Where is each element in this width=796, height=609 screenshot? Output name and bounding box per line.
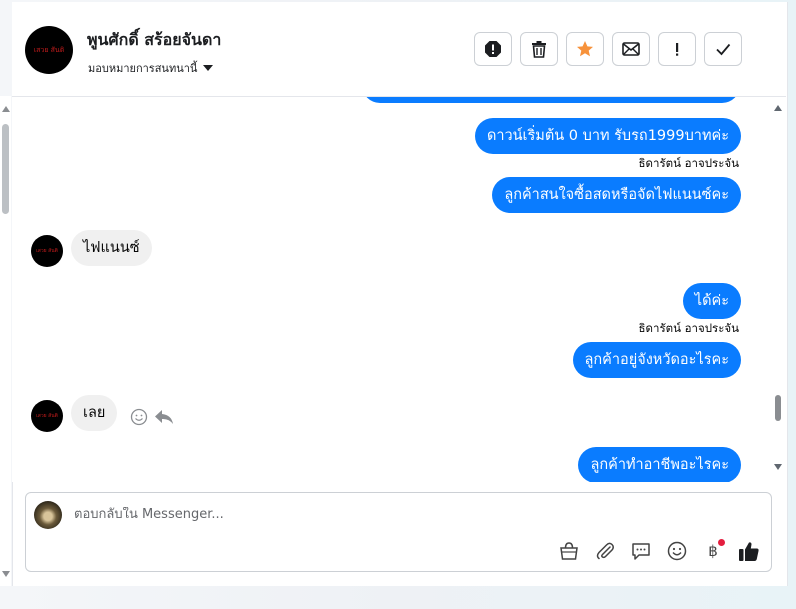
assign-conversation-dropdown[interactable]: มอบหมายการสนทนานี้ (88, 59, 214, 77)
message-bubble-outgoing[interactable]: ลูกค้าทำอาชีพอะไรคะ (578, 447, 741, 482)
scroll-up-arrow[interactable] (774, 105, 782, 111)
star-button[interactable] (566, 32, 604, 66)
sender-name: ธิดารัตน์ อาจประจัน (638, 156, 739, 170)
paperclip-icon (596, 542, 614, 560)
contact-avatar-small: เสวย สันติ (31, 400, 63, 432)
scroll-down-arrow[interactable] (2, 571, 10, 577)
action-toolbar (474, 32, 742, 66)
conversation-header: เสวย สันติ พูนศักดิ์ สร้อยจันดา มอบหมายก… (12, 2, 786, 97)
baht-icon: ฿ (708, 542, 718, 560)
message-thread[interactable]: ดาวน์เริ่มต้น 0 บาท รับรถ1999บาทค่ะ ธิดา… (12, 97, 770, 482)
avatar-label: เสวย สันติ (36, 413, 58, 419)
trash-icon (532, 41, 546, 58)
alert-octagon-icon (485, 41, 501, 57)
mark-unread-button[interactable] (612, 32, 650, 66)
caret-down-icon (203, 65, 214, 71)
envelope-icon (622, 42, 640, 56)
composer-toolbar: ฿ (557, 539, 761, 563)
smiley-icon (667, 541, 687, 561)
message-bubble-outgoing[interactable]: ลูกค้าอยู่จังหวัดอะไรคะ (572, 342, 741, 378)
contact-name[interactable]: พูนศักดิ์ สร้อยจันดา (87, 28, 221, 53)
saved-replies-button[interactable] (629, 539, 653, 563)
exclamation-icon (676, 43, 679, 56)
message-bubble-incoming[interactable]: ไฟแนนซ์ (71, 230, 152, 266)
like-button[interactable] (737, 539, 761, 563)
page-avatar (34, 501, 62, 529)
message-bubble-partial (362, 97, 740, 103)
mark-done-button[interactable] (704, 32, 742, 66)
scroll-up-arrow[interactable] (2, 106, 10, 112)
reply-composer: ฿ (25, 492, 772, 572)
message-bubble-outgoing[interactable]: ลูกค้าสนใจซื้อสดหรือจัดไฟแนนซ์คะ (492, 177, 741, 213)
message-reactions (130, 408, 174, 426)
scroll-down-arrow[interactable] (774, 464, 782, 470)
message-bubble-incoming[interactable]: เลย (71, 395, 118, 431)
reply-arrow-icon[interactable] (154, 408, 174, 426)
reply-input[interactable] (74, 507, 674, 522)
chat-icon (632, 543, 650, 560)
emoji-button[interactable] (665, 539, 689, 563)
follow-up-button[interactable] (658, 32, 696, 66)
notification-dot (718, 539, 725, 546)
thumbs-up-icon (739, 542, 759, 561)
bag-icon (560, 542, 578, 560)
page-scrollbar[interactable] (0, 96, 11, 586)
message-bubble-outgoing[interactable]: ได้ค่ะ (682, 283, 741, 319)
spam-report-button[interactable] (474, 32, 512, 66)
shop-button[interactable] (557, 539, 581, 563)
scroll-thumb[interactable] (2, 124, 9, 214)
scroll-thumb[interactable] (775, 395, 781, 421)
payment-button[interactable]: ฿ (701, 539, 725, 563)
contact-avatar[interactable]: เสวย สันติ (25, 26, 73, 74)
delete-button[interactable] (520, 32, 558, 66)
message-bubble-outgoing[interactable]: ดาวน์เริ่มต้น 0 บาท รับรถ1999บาทค่ะ (474, 118, 741, 154)
sender-name: ธิดารัตน์ อาจประจัน (638, 321, 739, 335)
contact-avatar-small: เสวย สันติ (31, 235, 63, 267)
thread-scrollbar[interactable] (770, 97, 786, 482)
avatar-label: เสวย สันติ (36, 248, 58, 254)
react-smiley-icon[interactable] (130, 408, 148, 426)
attach-button[interactable] (593, 539, 617, 563)
avatar-label: เสวย สันติ (33, 45, 65, 54)
assign-label: มอบหมายการสนทนานี้ (88, 62, 198, 75)
check-icon (716, 43, 731, 56)
star-icon (577, 41, 593, 57)
